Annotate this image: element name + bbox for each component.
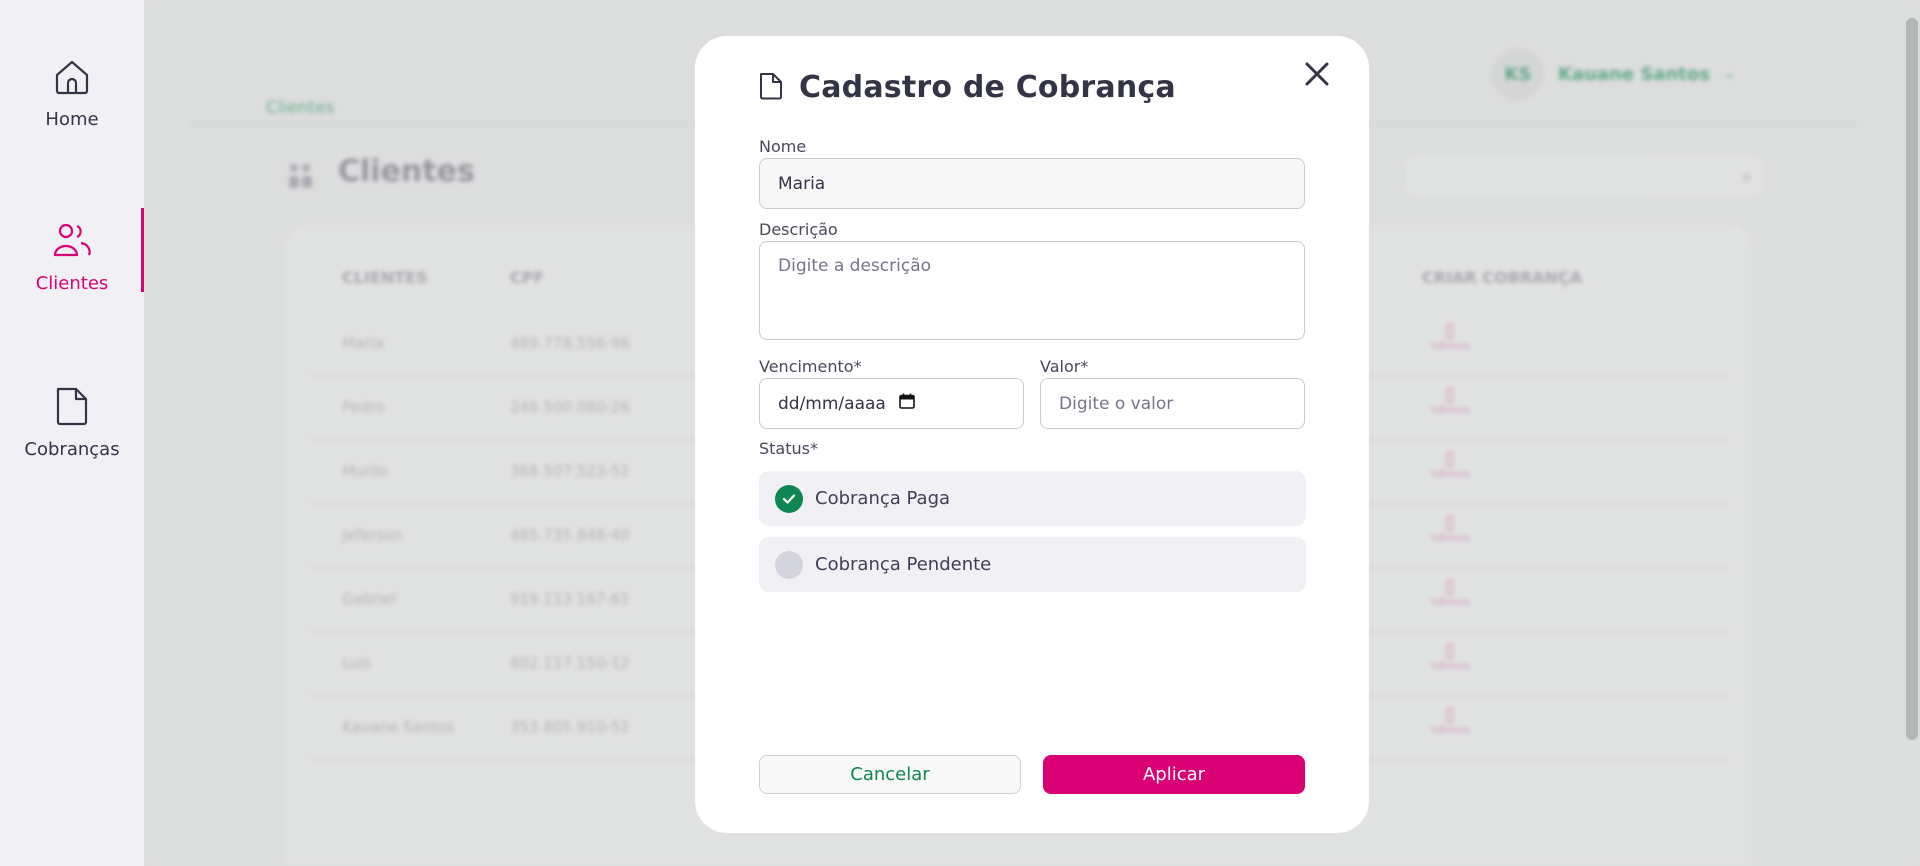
page-title: Clientes	[338, 154, 475, 189]
cell-name: Luis	[342, 654, 372, 672]
sidebar-item-clientes[interactable]: Clientes	[0, 208, 144, 294]
avatar: KS	[1492, 48, 1544, 100]
document-icon: ▯	[1445, 704, 1455, 725]
document-icon: ▯	[1445, 512, 1455, 533]
create-cobranca-button[interactable]: ▯ Cobrança	[1430, 576, 1470, 616]
close-icon	[1304, 61, 1330, 91]
cell-cpf: 246.500.080-26	[510, 398, 630, 416]
descricao-placeholder: Digite a descrição	[778, 256, 932, 276]
search-icon: ⌕	[1741, 166, 1752, 187]
cell-cpf: 469.778.556-96	[510, 334, 630, 352]
cell-cpf: 919.113.167-61	[510, 590, 630, 608]
document-icon: ▯	[1445, 320, 1455, 341]
descricao-label: Descrição	[759, 220, 838, 239]
search-input[interactable]: ⌕	[1406, 156, 1762, 196]
document-icon: ▯	[1445, 640, 1455, 661]
cell-name: Kauane Santos	[342, 718, 455, 736]
document-icon: ▯	[1445, 384, 1455, 405]
modal-title: Cadastro de Cobrança	[799, 70, 1176, 105]
home-icon	[53, 58, 91, 101]
modal-header: Cadastro de Cobrança	[759, 70, 1176, 105]
nome-label: Nome	[759, 137, 807, 156]
table-header-clientes: CLIENTES	[342, 268, 428, 287]
cell-name: Maria	[342, 334, 384, 352]
create-cobranca-label: Cobrança	[1430, 597, 1470, 606]
cell-cpf: 353.805.910-51	[510, 718, 630, 736]
valor-label: Valor*	[1040, 357, 1089, 376]
sidebar: Home Clientes Cobranças	[0, 0, 144, 866]
create-cobranca-label: Cobrança	[1430, 661, 1470, 670]
sidebar-item-label: Home	[45, 109, 99, 130]
cell-cpf: 802.117.150-12	[510, 654, 630, 672]
vencimento-placeholder: dd/mm/aaaa	[778, 393, 886, 414]
valor-placeholder: Digite o valor	[1059, 393, 1174, 414]
chevron-down-icon: ⌄	[1723, 66, 1736, 82]
page-scrollbar[interactable]	[1906, 18, 1918, 740]
create-cobranca-button[interactable]: ▯ Cobrança	[1430, 704, 1470, 744]
status-option-pendente[interactable]: Cobrança Pendente	[759, 537, 1306, 592]
apply-button[interactable]: Aplicar	[1043, 755, 1305, 794]
cancel-button[interactable]: Cancelar	[759, 755, 1021, 794]
create-cobranca-label: Cobrança	[1430, 341, 1470, 350]
clients-title-icon	[288, 162, 314, 196]
breadcrumb: Clientes	[266, 98, 335, 118]
create-cobranca-label: Cobrança	[1430, 469, 1470, 478]
radio-unchecked-icon	[775, 550, 803, 579]
cell-cpf: 368.507.523-51	[510, 462, 630, 480]
calendar-icon[interactable]	[899, 393, 915, 414]
cell-name: Jeferson	[342, 526, 403, 544]
sidebar-item-cobrancas[interactable]: Cobranças	[0, 386, 144, 460]
nome-input[interactable]: Maria	[759, 158, 1305, 209]
check-icon	[775, 484, 803, 513]
status-option-label: Cobrança Pendente	[815, 554, 992, 575]
users-icon	[52, 222, 92, 265]
sidebar-item-label: Clientes	[35, 273, 109, 294]
valor-input[interactable]: Digite o valor	[1040, 378, 1305, 429]
create-cobranca-button[interactable]: ▯ Cobrança	[1430, 512, 1470, 552]
user-menu[interactable]: KS Kauane Santos ⌄	[1492, 48, 1736, 100]
sidebar-item-label: Cobranças	[24, 439, 120, 460]
table-header-cpf: CPF	[510, 268, 545, 287]
create-cobranca-label: Cobrança	[1430, 533, 1470, 542]
vencimento-label: Vencimento*	[759, 357, 862, 376]
status-option-paga[interactable]: Cobrança Paga	[759, 471, 1306, 526]
cell-name: Pedro	[342, 398, 385, 416]
document-icon: ▯	[1445, 448, 1455, 469]
create-cobranca-button[interactable]: ▯ Cobrança	[1430, 640, 1470, 680]
document-icon	[759, 72, 783, 104]
cell-name: Murilo	[342, 462, 389, 480]
create-cobranca-label: Cobrança	[1430, 405, 1470, 414]
sidebar-item-home[interactable]: Home	[0, 58, 144, 130]
nome-value: Maria	[778, 173, 826, 194]
close-button[interactable]	[1297, 56, 1337, 96]
create-cobranca-button[interactable]: ▯ Cobrança	[1430, 448, 1470, 488]
cell-cpf: 485.735.848-40	[510, 526, 630, 544]
document-icon	[55, 386, 89, 431]
descricao-textarea[interactable]: Digite a descrição	[759, 241, 1305, 340]
status-option-label: Cobrança Paga	[815, 488, 951, 509]
status-label: Status*	[759, 439, 818, 458]
cadastro-cobranca-modal: Cadastro de Cobrança Nome Maria Descriçã…	[695, 36, 1369, 833]
document-icon: ▯	[1445, 576, 1455, 597]
create-cobranca-button[interactable]: ▯ Cobrança	[1430, 384, 1470, 424]
create-cobranca-label: Cobrança	[1430, 725, 1470, 734]
vencimento-date-input[interactable]: dd/mm/aaaa	[759, 378, 1024, 429]
create-cobranca-button[interactable]: ▯ Cobrança	[1430, 320, 1470, 360]
cell-name: Gabriel	[342, 590, 397, 608]
table-header-criar-cobranca: CRIAR COBRANÇA	[1422, 268, 1583, 287]
user-name: Kauane Santos	[1558, 63, 1710, 85]
